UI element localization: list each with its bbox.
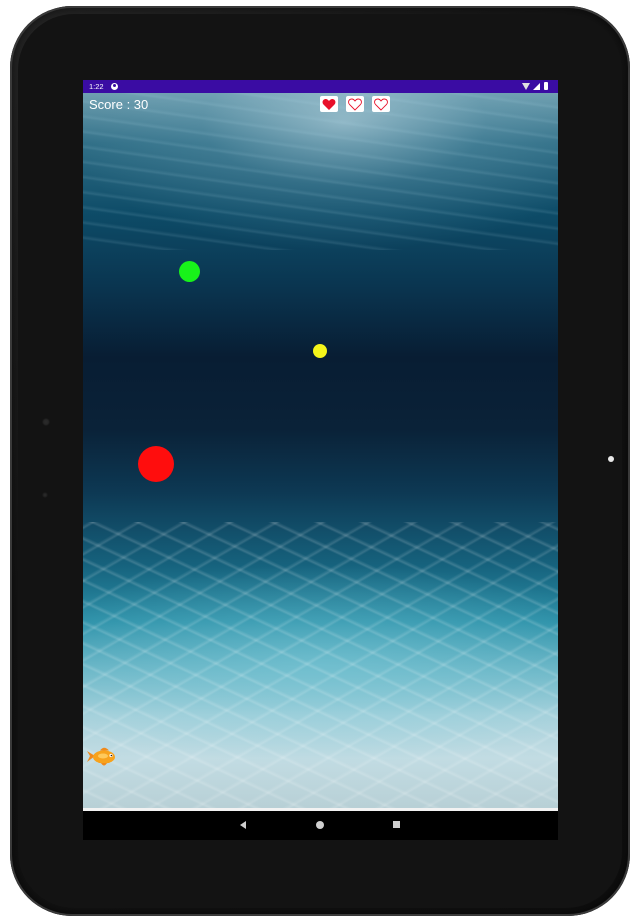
- recents-icon[interactable]: [393, 821, 400, 828]
- lives-indicator: [320, 96, 398, 114]
- wifi-icon: [522, 83, 530, 90]
- green-ball: [179, 261, 200, 282]
- goldfish-icon[interactable]: [86, 745, 118, 769]
- home-icon[interactable]: [316, 821, 324, 829]
- device-screen: 1:22 Score : 30: [83, 80, 558, 840]
- signal-icon: [533, 83, 540, 90]
- life-heart-empty: [346, 96, 364, 112]
- battery-icon: [544, 82, 548, 90]
- camera: [608, 456, 614, 462]
- life-heart-empty: [372, 96, 390, 112]
- heart-outline-icon: [374, 98, 388, 111]
- sensor-dot: [42, 492, 48, 498]
- status-time: 1:22: [89, 82, 104, 91]
- game-canvas[interactable]: Score : 30: [83, 93, 558, 808]
- heart-outline-icon: [348, 98, 362, 111]
- status-icons: [522, 82, 552, 91]
- yellow-ball: [313, 344, 327, 358]
- back-icon[interactable]: [240, 821, 246, 829]
- score-label: Score : 30: [89, 97, 149, 112]
- sensor-dot: [42, 418, 50, 426]
- heart-filled-icon: [322, 98, 336, 110]
- life-heart-full: [320, 96, 338, 112]
- p-icon: [111, 83, 118, 90]
- red-ball: [138, 446, 174, 482]
- navigation-bar: [83, 811, 558, 840]
- status-bar: 1:22: [83, 80, 558, 93]
